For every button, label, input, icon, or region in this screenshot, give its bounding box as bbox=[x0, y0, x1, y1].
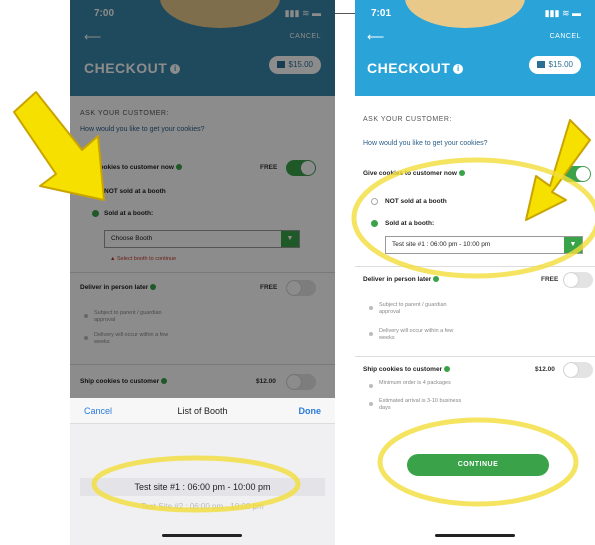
deliver-later-toggle[interactable] bbox=[563, 272, 593, 288]
info-icon[interactable] bbox=[433, 276, 440, 283]
picker-option-2[interactable]: Test Site #2 : 06:00 pm - 10:00 pm bbox=[70, 502, 335, 511]
signal-battery-icon: ▮▮▮ ≋ ▬ bbox=[544, 8, 581, 18]
deliver-note-1: Subject to parent / guardian approval bbox=[379, 302, 447, 315]
ship-toggle[interactable] bbox=[563, 362, 593, 378]
bag-icon bbox=[536, 61, 545, 69]
sold-booth-radio[interactable] bbox=[371, 220, 378, 227]
divider bbox=[355, 356, 595, 357]
info-icon[interactable] bbox=[444, 366, 451, 373]
ship-label: Ship cookies to customer bbox=[363, 366, 451, 373]
sold-booth-label: Sold at a booth: bbox=[385, 220, 435, 227]
cookie-image bbox=[405, 0, 525, 28]
cart-total-badge[interactable]: $15.00 bbox=[528, 56, 581, 74]
ask-customer-label: ASK YOUR CUSTOMER: bbox=[363, 116, 452, 123]
bullet bbox=[369, 332, 373, 336]
not-booth-radio[interactable] bbox=[371, 198, 378, 205]
ship-note-2: Estimated arrival is 3-10 business days bbox=[379, 398, 462, 411]
picker-title: List of Booth bbox=[177, 406, 228, 416]
not-booth-label: NOT sold at a booth bbox=[385, 198, 447, 205]
deliver-later-price: FREE bbox=[541, 276, 559, 283]
deliver-note-2: Delivery will occur within a few weeks bbox=[379, 328, 454, 341]
ship-note-1: Minimum order is 4 packages bbox=[379, 380, 451, 386]
status-time: 7:01 bbox=[371, 8, 392, 19]
continue-button[interactable]: CONTINUE bbox=[407, 454, 549, 476]
bullet bbox=[369, 306, 373, 310]
picker-done-button[interactable]: Done bbox=[299, 406, 322, 416]
picker-option-1[interactable]: Test site #1 : 06:00 pm - 10:00 pm bbox=[70, 482, 335, 492]
phone-screen-left: 7:00 ▮▮▮ ≋ ▬ ⟵ CANCEL CHECKOUT i $15.00 A… bbox=[70, 0, 335, 545]
app-header: 7:01 ▮▮▮ ≋ ▬ ⟵ CANCEL CHECKOUT i $15.00 bbox=[355, 0, 595, 96]
give-now-label: Give cookies to customer now bbox=[363, 170, 465, 177]
booth-picker-sheet: Cancel List of Booth Done Test site #1 :… bbox=[70, 398, 335, 545]
back-arrow-icon[interactable]: ⟵ bbox=[367, 30, 384, 44]
deliver-later-label: Deliver in person later bbox=[363, 276, 440, 283]
divider bbox=[355, 266, 595, 267]
info-icon[interactable]: i bbox=[453, 64, 464, 75]
info-icon[interactable] bbox=[458, 170, 465, 177]
page-title: CHECKOUT i bbox=[367, 60, 464, 76]
dim-overlay bbox=[70, 0, 335, 398]
cancel-link[interactable]: CANCEL bbox=[550, 33, 581, 40]
bullet bbox=[369, 384, 373, 388]
home-indicator bbox=[435, 534, 515, 537]
give-now-toggle[interactable] bbox=[561, 166, 591, 182]
delivery-question: How would you like to get your cookies? bbox=[363, 140, 488, 147]
picker-toolbar: Cancel List of Booth Done bbox=[70, 398, 335, 424]
bullet bbox=[369, 402, 373, 406]
ship-price: $12.00 bbox=[535, 366, 555, 373]
checkout-body: ASK YOUR CUSTOMER: How would you like to… bbox=[355, 96, 595, 545]
chevron-down-icon: ▼ bbox=[564, 237, 582, 253]
booth-select[interactable]: Test site #1 : 06:00 pm - 10:00 pm ▼ bbox=[385, 236, 583, 254]
home-indicator bbox=[162, 534, 242, 537]
phone-screen-right: 7:01 ▮▮▮ ≋ ▬ ⟵ CANCEL CHECKOUT i $15.00 A… bbox=[355, 0, 595, 545]
